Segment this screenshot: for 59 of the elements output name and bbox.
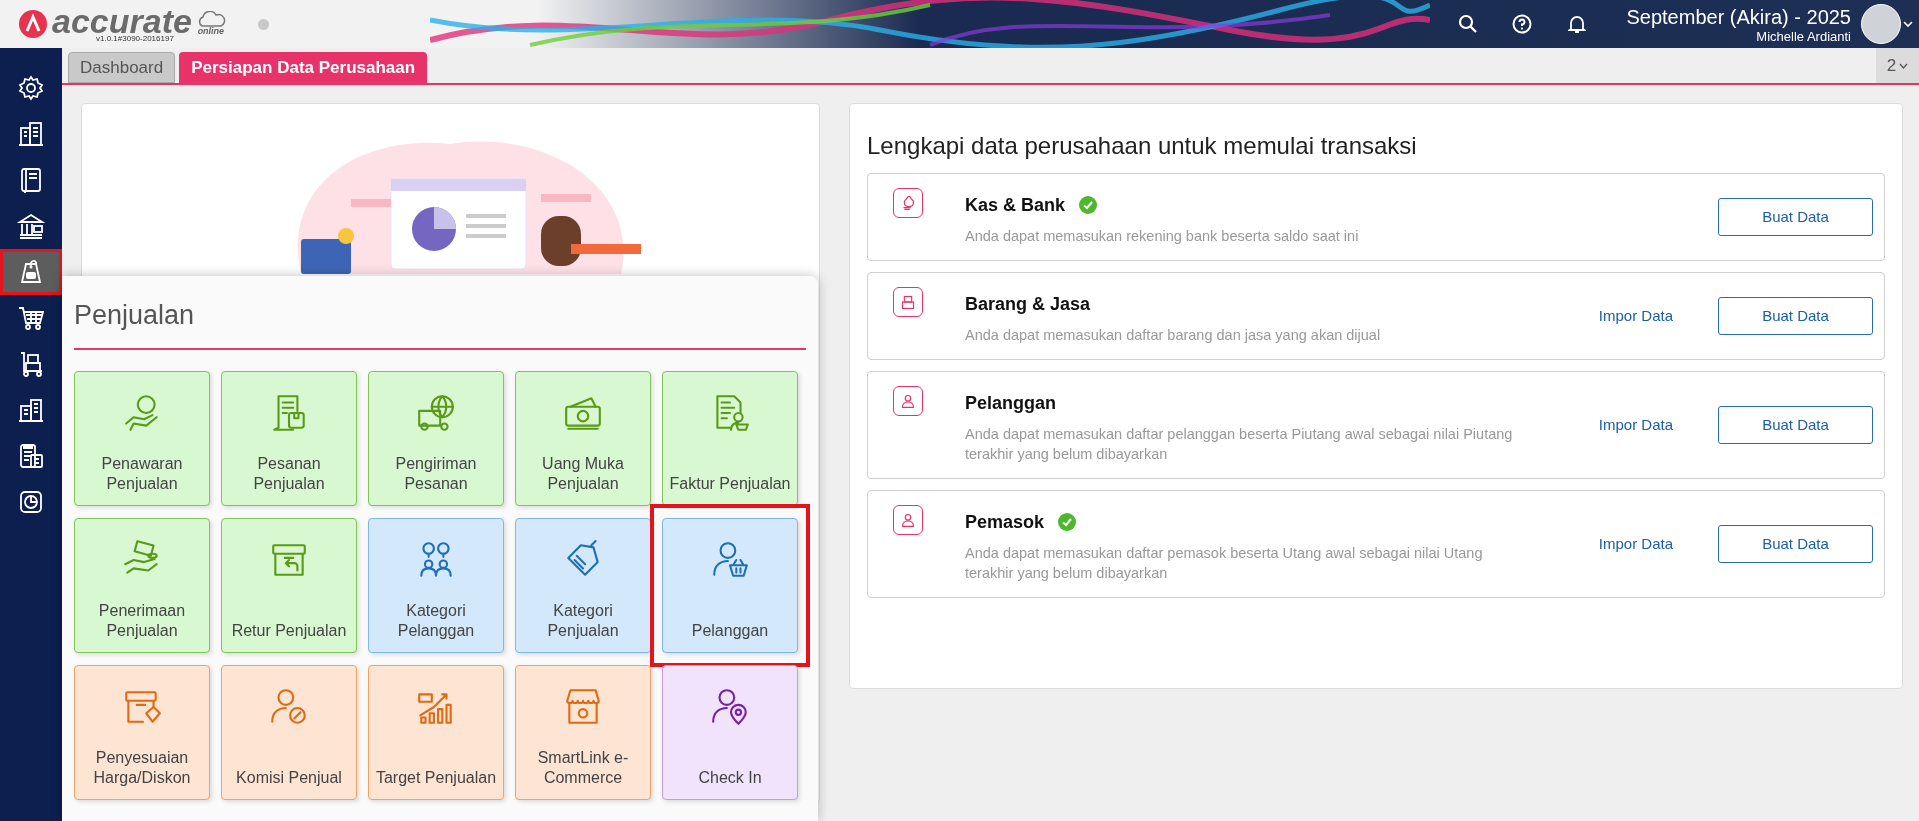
setup-item-title: Kas & Bank — [965, 194, 1066, 216]
menu-tile[interactable]: Kategori Penjualan — [515, 518, 651, 653]
menu-tile[interactable]: Komisi Penjual — [221, 665, 357, 800]
avatar[interactable] — [1861, 4, 1901, 44]
menu-tile[interactable]: Faktur Penjualan — [662, 371, 798, 506]
menu-tile[interactable]: Target Penjualan — [368, 665, 504, 800]
gear-icon — [17, 74, 45, 102]
sidebar-item[interactable] — [0, 249, 62, 295]
logo-text: accurate — [52, 5, 192, 36]
user-name: Michelle Ardianti — [1756, 28, 1851, 44]
office-building-icon — [17, 120, 45, 148]
create-data-button[interactable]: Buat Data — [1718, 406, 1873, 444]
setup-title: Lengkapi data perusahaan untuk memulai transaksi — [867, 131, 1418, 161]
search-icon[interactable] — [1458, 14, 1479, 34]
menu-tile[interactable]: Pengiriman Pesanan — [368, 371, 504, 506]
setup-item-description: Anda dapat memasukan daftar pemasok beserta Utang awal sebagai nilai Utang terakhir yang belum dibayarkan — [965, 544, 1484, 583]
period-text[interactable]: September (Akira) - 2025 — [1626, 4, 1851, 29]
setup-item-icon — [893, 505, 923, 535]
setup-item-icon — [893, 188, 923, 218]
setup-item-description: Anda dapat memasukan daftar pelanggan beserta Piutang awal sebagai nilai Piutang terakhir yang belum dibayarkan — [965, 425, 1514, 464]
help-icon[interactable] — [1512, 14, 1533, 34]
warehouse-icon — [17, 396, 45, 424]
setup-item-title: Barang & Jasa — [965, 293, 1091, 315]
tax-document-icon — [17, 442, 45, 470]
bank-icon — [17, 212, 45, 240]
create-data-button[interactable]: Buat Data — [1718, 297, 1873, 335]
import-data-link[interactable]: Impor Data — [1598, 304, 1673, 328]
setup-item-icon — [893, 287, 923, 317]
setup-item-title: Pelanggan — [965, 392, 1057, 414]
pie-chart-report-icon — [17, 488, 45, 516]
tab[interactable]: Persiapan Data Perusahaan — [179, 52, 428, 83]
menu-tile[interactable]: Kategori Pelanggan — [368, 518, 504, 653]
notification-bell-icon[interactable] — [1568, 14, 1587, 34]
setup-item-icon — [893, 386, 923, 416]
logo-subtext: online — [197, 26, 225, 36]
tab-overflow-button[interactable]: 2 — [1876, 48, 1919, 83]
logo-icon — [18, 9, 48, 39]
create-data-button[interactable]: Buat Data — [1718, 198, 1873, 236]
menu-tile[interactable]: Pesanan Penjualan — [221, 371, 357, 506]
setup-item-description: Anda dapat memasukan rekening bank beserta saldo saat ini — [965, 227, 1360, 246]
tab[interactable]: Dashboard — [68, 52, 176, 83]
menu-tile[interactable]: Penawaran Penjualan — [74, 371, 210, 506]
chevron-down-icon[interactable] — [1903, 20, 1913, 28]
import-data-link[interactable]: Impor Data — [1598, 413, 1673, 437]
setup-item-description: Anda dapat memasukan daftar barang dan jasa yang akan dijual — [965, 326, 1382, 345]
import-data-link[interactable]: Impor Data — [1598, 532, 1673, 556]
menu-tile[interactable]: Uang Muka Penjualan — [515, 371, 651, 506]
version-text: v1.0.1#3090-2016197 — [95, 34, 175, 43]
setup-item-title: Pemasok — [965, 511, 1045, 533]
menu-tile[interactable]: Penerimaan Penjualan — [74, 518, 210, 653]
menu-tile[interactable]: Check In — [662, 665, 798, 800]
menu-title: Penjualan — [74, 276, 806, 350]
chevron-down-icon — [1899, 62, 1909, 69]
shopping-cart-icon — [17, 304, 45, 332]
menu-tile[interactable]: Retur Penjualan — [221, 518, 357, 653]
menu-tile[interactable]: Penyesuaian Harga/Diskon — [74, 665, 210, 800]
menu-tile[interactable]: Pelanggan — [662, 518, 798, 653]
create-data-button[interactable]: Buat Data — [1718, 525, 1873, 563]
menu-tile[interactable]: SmartLink e-Commerce — [515, 665, 651, 800]
